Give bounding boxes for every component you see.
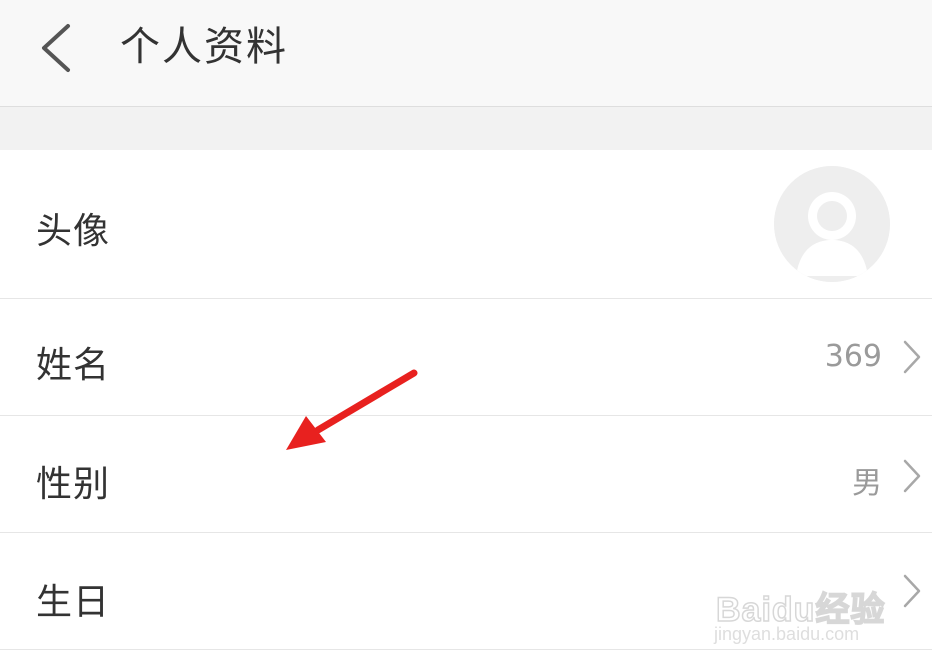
row-value-name: 369: [824, 339, 882, 374]
row-birthday[interactable]: 生日: [0, 533, 932, 650]
row-label-gender: 性别: [36, 464, 111, 505]
profile-screen: 个人资料 头像 姓名 369 性别 男 生日 Baidu经验 jingyan.b…: [0, 0, 932, 668]
avatar[interactable]: [774, 166, 890, 282]
page-title: 个人资料: [120, 24, 288, 70]
row-label-birthday: 生日: [36, 582, 111, 623]
row-name[interactable]: 姓名 369: [0, 299, 932, 416]
default-avatar-icon: [774, 166, 890, 282]
row-gender[interactable]: 性别 男: [0, 416, 932, 533]
row-value-gender: 男: [852, 466, 882, 501]
row-avatar[interactable]: 头像: [0, 150, 932, 299]
top-nav-bar: 个人资料: [0, 0, 932, 107]
back-button[interactable]: [30, 18, 90, 78]
row-label-avatar: 头像: [36, 211, 111, 252]
chevron-right-icon: [903, 574, 921, 608]
row-label-name: 姓名: [36, 345, 111, 386]
chevron-left-icon: [42, 24, 70, 72]
section-divider: [0, 107, 932, 150]
chevron-right-icon: [903, 340, 921, 374]
chevron-right-icon: [903, 459, 921, 493]
